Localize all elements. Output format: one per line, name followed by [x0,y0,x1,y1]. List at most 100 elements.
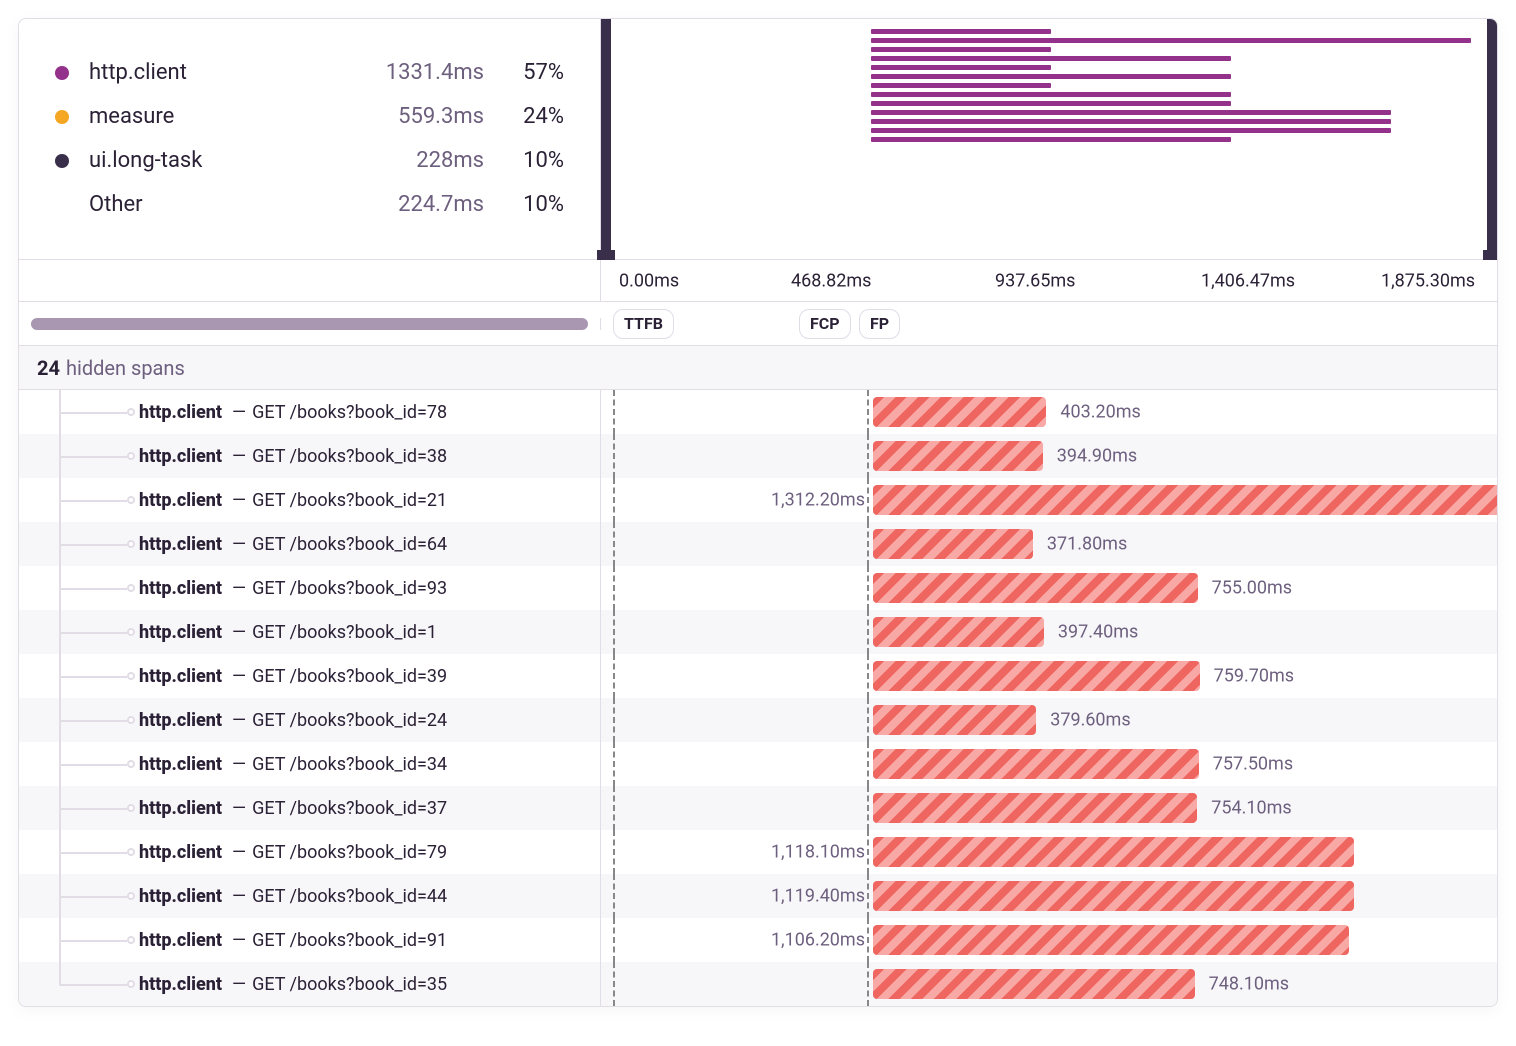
dash: — [232,754,246,775]
dashed-guide [867,962,869,1006]
legend-ms: 1331.4ms [354,51,484,95]
dashed-guide [613,962,615,1006]
span-left: http.client—GET /books?book_id=35 [19,962,601,1006]
tree-dot-icon [127,760,135,768]
marker-chip-fp[interactable]: FP [859,309,900,339]
dashed-guide [613,390,615,434]
axis-tick: 937.65ms [995,270,1075,291]
span-desc: GET /books?book_id=35 [252,974,447,995]
span-row[interactable]: http.client—GET /books?book_id=78403.20m… [19,390,1497,434]
dashed-guide [867,610,869,654]
axis-tick: 1,406.47ms [1201,270,1295,291]
span-desc: GET /books?book_id=1 [252,622,437,643]
mini-bar [871,74,1231,79]
span-row[interactable]: http.client—GET /books?book_id=34 757.50m… [19,742,1497,786]
range-handle-left[interactable] [601,19,611,259]
tree-line [59,654,139,698]
span-op: http.client [139,666,222,687]
mini-bar [871,29,1051,34]
span-left: http.client—GET /books?book_id=34 [19,742,601,786]
mini-bar [871,119,1391,124]
duration-bar[interactable] [873,881,1354,911]
duration-bar[interactable] [873,749,1199,779]
dashed-guide [867,478,869,522]
span-row[interactable]: http.client—GET /books?book_id=791,118.1… [19,830,1497,874]
marker-chip-ttfb[interactable]: TTFB [613,309,674,339]
span-row[interactable]: http.client—GET /books?book_id=39759.70m… [19,654,1497,698]
mini-bar [871,128,1391,133]
tree-dot-icon [127,628,135,636]
span-row[interactable]: http.client—GET /books?book_id=37754.10m… [19,786,1497,830]
duration-bar[interactable] [873,573,1198,603]
span-right: 371.80ms [601,522,1497,566]
mini-timeline[interactable] [601,19,1497,259]
tree-line [59,786,139,830]
dashed-guide [867,918,869,962]
span-row[interactable]: http.client—GET /books?book_id=24379.60m… [19,698,1497,742]
span-right: 754.10ms [601,786,1497,830]
duration-bar[interactable] [873,705,1036,735]
span-duration: 1,312.20ms [771,490,865,511]
span-duration: 371.80ms [1047,534,1127,555]
span-row[interactable]: http.client—GET /books?book_id=93755.00m… [19,566,1497,610]
tree-line [59,742,139,786]
span-row[interactable]: http.client—GET /books?book_id=64371.80m… [19,522,1497,566]
duration-bar[interactable] [873,925,1349,955]
markers-row: TTFB FCP FP [19,302,1497,346]
duration-bar[interactable] [873,441,1043,471]
span-left: http.client—GET /books?book_id=79 [19,830,601,874]
dashed-guide [613,874,615,918]
dash: — [232,842,246,863]
legend-row[interactable]: ui.long-task228ms10% [55,139,564,183]
span-duration: 754.10ms [1211,798,1291,819]
hidden-spans-row[interactable]: 24 hidden spans [19,346,1497,390]
tree-dot-icon [127,408,135,416]
duration-bar[interactable] [873,529,1033,559]
span-op: http.client [139,578,222,599]
mini-bar [871,38,1471,43]
span-row[interactable]: http.client—GET /books?book_id=35748.10m… [19,962,1497,1006]
span-duration: 757.50ms [1213,754,1293,775]
dash: — [232,490,246,511]
marker-chip-fcp[interactable]: FCP [799,309,851,339]
span-desc: GET /books?book_id=21 [252,490,447,511]
dashed-guide [867,390,869,434]
tree-line [59,962,139,1006]
scrollbar-track[interactable] [31,318,588,330]
span-row[interactable]: http.client—GET /books?book_id=38394.90m… [19,434,1497,478]
dash: — [232,798,246,819]
duration-bar[interactable] [873,793,1197,823]
duration-bar[interactable] [873,397,1046,427]
span-right: 397.40ms [601,610,1497,654]
dashed-guide [613,566,615,610]
legend: http.client1331.4ms57%measure559.3ms24%u… [19,19,601,259]
legend-row[interactable]: Other224.7ms10% [55,183,564,227]
dash: — [232,622,246,643]
legend-dot-icon [55,66,69,80]
legend-row[interactable]: http.client1331.4ms57% [55,51,564,95]
duration-bar[interactable] [873,969,1195,999]
duration-bar[interactable] [873,661,1200,691]
span-duration: 759.70ms [1214,666,1294,687]
duration-bar[interactable] [873,617,1044,647]
mini-bar [871,47,1051,52]
range-handle-right[interactable] [1487,19,1497,259]
span-list: http.client—GET /books?book_id=78403.20m… [19,390,1497,1006]
span-left: http.client—GET /books?book_id=44 [19,874,601,918]
span-row[interactable]: http.client—GET /books?book_id=911,106.2… [19,918,1497,962]
duration-bar[interactable] [873,485,1497,515]
duration-bar[interactable] [873,837,1354,867]
span-row[interactable]: http.client—GET /books?book_id=441,119.4… [19,874,1497,918]
legend-label: measure [89,95,354,139]
dashed-guide [613,434,615,478]
span-row[interactable]: http.client—GET /books?book_id=211,312.2… [19,478,1497,522]
dashed-guide [867,830,869,874]
legend-row[interactable]: measure559.3ms24% [55,95,564,139]
top-section: http.client1331.4ms57%measure559.3ms24%u… [19,19,1497,260]
legend-ms: 224.7ms [354,183,484,227]
tree-line [59,390,139,434]
dash: — [232,578,246,599]
span-row[interactable]: http.client—GET /books?book_id=1397.40ms [19,610,1497,654]
span-left: http.client—GET /books?book_id=91 [19,918,601,962]
span-right: 403.20ms [601,390,1497,434]
